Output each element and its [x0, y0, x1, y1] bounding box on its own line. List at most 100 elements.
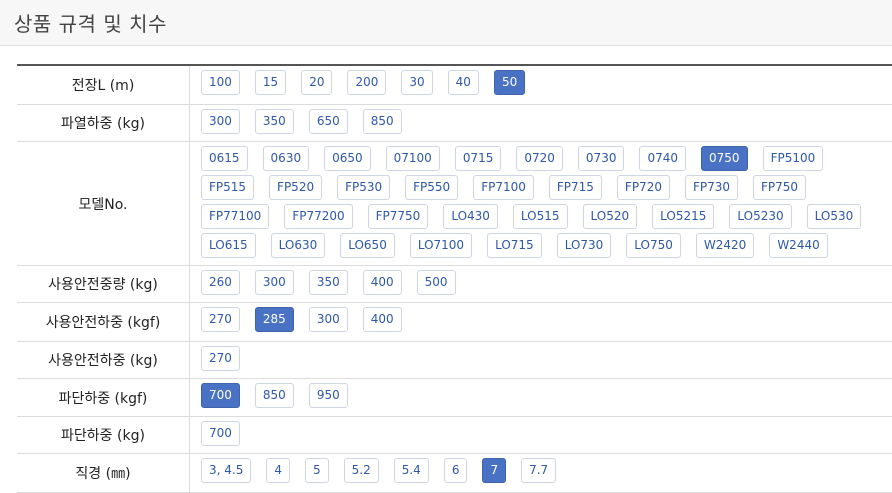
option-button[interactable]: W2420 [695, 233, 755, 258]
spec-label: 사용안전중량 (kg) [17, 266, 190, 302]
option-button[interactable]: 7 [482, 458, 507, 483]
option-button[interactable]: 300 [201, 109, 240, 134]
page-header: 상품 규격 및 치수 [0, 0, 892, 46]
option-button[interactable]: 0720 [516, 146, 563, 171]
spec-row-burst-load: 파열하중 (kg) 300 350 650 850 [17, 105, 892, 142]
option-button[interactable]: LO750 [626, 233, 681, 258]
option-button[interactable]: 20 [301, 70, 333, 95]
option-button[interactable]: 0650 [324, 146, 371, 171]
option-button[interactable]: 50 [493, 70, 526, 95]
option-button[interactable]: 850 [362, 109, 402, 134]
option-group: 270 285 300 400 [190, 303, 892, 341]
option-group: 300 350 650 850 [190, 105, 892, 141]
option-button[interactable]: LO515 [512, 204, 568, 229]
option-button[interactable]: 0715 [454, 146, 502, 171]
option-button[interactable]: FP550 [405, 175, 459, 200]
option-button[interactable]: 5.4 [393, 458, 429, 483]
option-button[interactable]: 350 [254, 109, 294, 134]
option-button[interactable]: 0630 [262, 146, 310, 171]
option-button[interactable]: FP730 [684, 175, 739, 200]
option-button[interactable]: 300 [308, 307, 348, 332]
option-button[interactable]: LO5230 [729, 204, 792, 229]
option-button[interactable]: 100 [201, 70, 240, 95]
option-button[interactable]: 0750 [701, 146, 748, 171]
option-button[interactable]: FP7100 [473, 175, 534, 200]
option-button[interactable]: 270 [201, 307, 240, 332]
spec-label: 사용안전하중 (kgf) [17, 303, 190, 341]
option-group: 260 300 350 400 500 [190, 266, 892, 302]
option-button[interactable]: LO530 [806, 204, 862, 229]
option-group: 700 850 950 [190, 379, 892, 416]
spec-label: 파단하중 (kgf) [17, 379, 190, 416]
option-button[interactable]: FP520 [269, 175, 323, 200]
option-button[interactable]: LO7100 [409, 233, 473, 258]
page-title: 상품 규격 및 치수 [14, 12, 167, 36]
spec-label: 전장L (m) [17, 66, 190, 104]
option-button[interactable]: 700 [201, 383, 240, 408]
spec-row-break-load-kg: 파단하중 (kg) 700 [17, 417, 892, 454]
option-button[interactable]: 30 [401, 70, 433, 95]
option-button[interactable]: 260 [201, 270, 240, 295]
option-button[interactable]: FP515 [201, 175, 255, 200]
option-button[interactable]: 07100 [385, 146, 440, 171]
option-group: 700 [190, 417, 892, 453]
option-button[interactable]: 400 [362, 270, 402, 295]
option-button[interactable]: LO715 [487, 233, 542, 258]
option-button[interactable]: LO615 [201, 233, 256, 258]
spec-label: 사용안전하중 (kg) [17, 342, 190, 378]
option-button[interactable]: 400 [362, 307, 402, 332]
spec-row-diameter: 직경 (㎜) 3, 4.5 4 5 5.2 5.4 6 7 7.7 [17, 454, 892, 493]
option-group: 270 [190, 342, 892, 378]
option-button[interactable]: FP720 [616, 175, 670, 200]
option-button[interactable]: FP530 [337, 175, 391, 200]
option-button[interactable]: 4 [266, 458, 290, 483]
option-button[interactable]: 0615 [201, 146, 248, 171]
option-button[interactable]: W2440 [769, 233, 828, 258]
option-button[interactable]: LO5215 [652, 204, 715, 229]
spec-label: 파단하중 (kg) [17, 417, 190, 453]
option-button[interactable]: LO630 [270, 233, 326, 258]
option-button[interactable]: FP7750 [367, 204, 429, 229]
option-button[interactable]: 40 [447, 70, 479, 95]
spec-row-safe-weight: 사용안전중량 (kg) 260 300 350 400 500 [17, 266, 892, 303]
option-button[interactable]: 5.2 [343, 458, 379, 483]
option-button[interactable]: LO730 [556, 233, 612, 258]
option-button[interactable]: 15 [254, 70, 287, 95]
option-button[interactable]: 0730 [577, 146, 625, 171]
spec-label: 파열하중 (kg) [17, 105, 190, 141]
option-button[interactable]: 200 [347, 70, 387, 95]
spec-row-model-no: 모델No. 0615 0630 0650 07100 0715 0720 0730 0740 0… [17, 142, 892, 266]
option-button[interactable]: 300 [254, 270, 294, 295]
option-button[interactable]: 350 [308, 270, 348, 295]
option-button[interactable]: FP750 [753, 175, 807, 200]
option-button[interactable]: 7.7 [521, 458, 557, 483]
option-button[interactable]: 270 [201, 346, 240, 371]
option-button[interactable]: 700 [201, 421, 240, 446]
option-button[interactable]: FP77100 [201, 204, 270, 229]
spec-table: 전장L (m) 100 15 20 200 30 40 50 파열하중 (kg) 300 35… [17, 64, 892, 493]
option-button[interactable]: 5 [305, 458, 329, 483]
option-button[interactable]: LO430 [443, 204, 498, 229]
option-button[interactable]: FP77200 [284, 204, 353, 229]
option-button[interactable]: 500 [416, 270, 456, 295]
spec-row-length: 전장L (m) 100 15 20 200 30 40 50 [17, 66, 892, 105]
option-button[interactable]: 850 [254, 383, 294, 408]
spec-label: 모델No. [17, 142, 190, 265]
option-button[interactable]: LO650 [340, 233, 395, 258]
option-button[interactable]: 0740 [639, 146, 687, 171]
option-button[interactable]: FP5100 [762, 146, 824, 171]
option-button[interactable]: 650 [308, 109, 348, 134]
spec-row-safe-load-kgf: 사용안전하중 (kgf) 270 285 300 400 [17, 303, 892, 342]
option-button[interactable]: 285 [254, 307, 294, 332]
option-button[interactable]: 950 [308, 383, 348, 408]
option-button[interactable]: FP715 [548, 175, 602, 200]
option-group: 100 15 20 200 30 40 50 [190, 66, 892, 104]
spec-row-safe-load-kg: 사용안전하중 (kg) 270 [17, 342, 892, 379]
spec-label: 직경 (㎜) [17, 454, 190, 492]
option-group: 0615 0630 0650 07100 0715 0720 0730 0740 0750 FP5… [190, 142, 892, 265]
option-button[interactable]: LO520 [582, 204, 638, 229]
option-button[interactable]: 6 [443, 458, 468, 483]
option-button[interactable]: 3, 4.5 [201, 458, 252, 483]
option-group: 3, 4.5 4 5 5.2 5.4 6 7 7.7 [190, 454, 892, 492]
spec-row-break-load-kgf: 파단하중 (kgf) 700 850 950 [17, 379, 892, 417]
